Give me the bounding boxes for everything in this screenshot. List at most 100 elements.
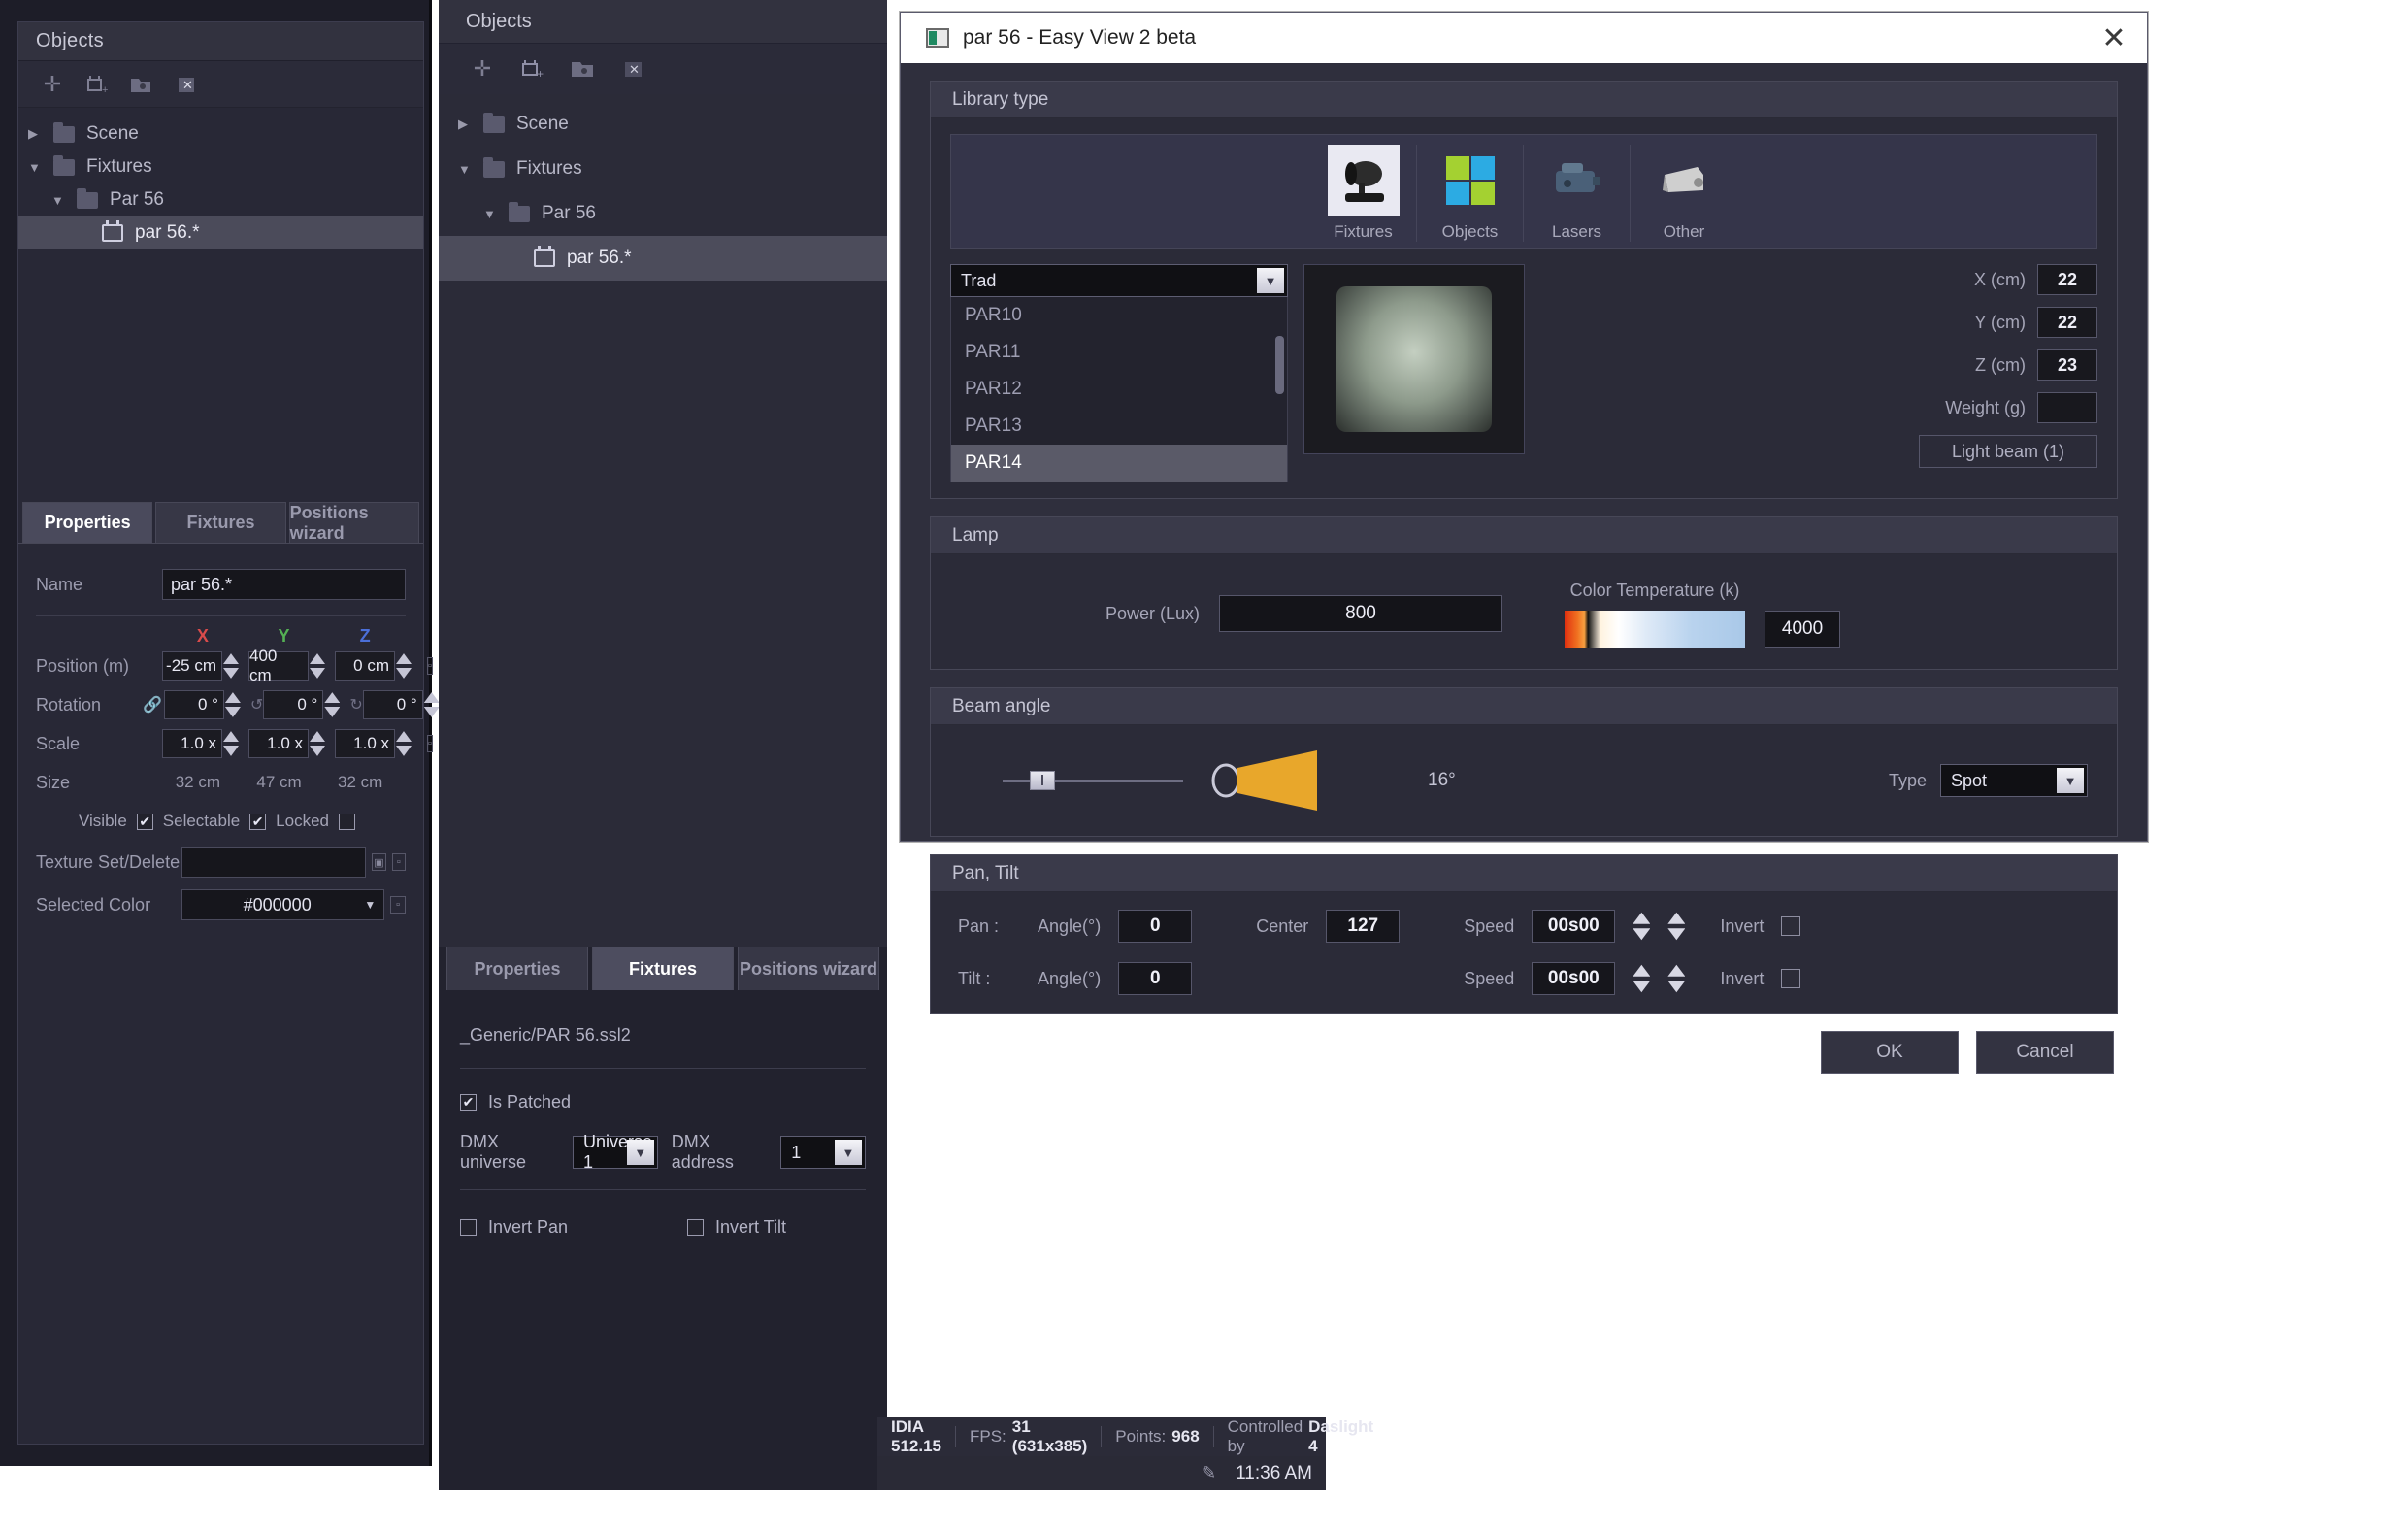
tree-item-fixtures[interactable]: ▼ Fixtures: [18, 150, 423, 183]
tab-properties[interactable]: Properties: [22, 502, 153, 543]
position-y-stepper[interactable]: 400 cm: [248, 647, 325, 684]
library-item-objects[interactable]: Objects: [1417, 145, 1524, 242]
mid-tabs[interactable]: Properties Fixtures Positions wizard: [439, 947, 887, 990]
chevron-down-icon[interactable]: ▼: [458, 162, 483, 177]
add-folder-icon[interactable]: [567, 54, 600, 83]
rotation-z-stepper[interactable]: 0 °: [362, 690, 440, 719]
spinner-icon[interactable]: [1667, 963, 1686, 994]
close-icon[interactable]: ✕: [2093, 21, 2135, 55]
spinner-icon[interactable]: [396, 651, 412, 681]
slider-knob[interactable]: [1030, 771, 1055, 790]
dmx-address-select[interactable]: 1 ▼: [780, 1136, 866, 1169]
texture-input[interactable]: [181, 847, 367, 878]
link-icon[interactable]: 🔗: [143, 695, 162, 715]
texture-delete-button[interactable]: ▫: [391, 853, 406, 871]
tab-positions-wizard[interactable]: Positions wizard: [738, 947, 879, 990]
invert-tilt-checkbox[interactable]: [686, 1218, 704, 1236]
library-item-fixtures[interactable]: Fixtures: [1310, 145, 1417, 242]
spinner-icon[interactable]: [223, 729, 239, 758]
spinner-icon[interactable]: [223, 651, 239, 681]
pan-angle-input[interactable]: 0: [1118, 910, 1193, 943]
chevron-down-icon[interactable]: ▼: [2057, 768, 2084, 793]
position-z-stepper[interactable]: 0 cm: [335, 651, 412, 681]
spinner-icon[interactable]: [1667, 911, 1686, 942]
fixture-category-select[interactable]: Trad ▼: [950, 264, 1288, 297]
tree-item-par56-fixture[interactable]: par 56.*: [439, 236, 887, 281]
add-icon[interactable]: ✛: [466, 54, 499, 83]
visible-checkbox[interactable]: ✔: [136, 813, 153, 830]
tree-item-par56-group[interactable]: ▼ Par 56: [439, 191, 887, 236]
chevron-right-icon[interactable]: ▶: [458, 116, 483, 132]
tab-fixtures[interactable]: Fixtures: [155, 502, 286, 543]
beam-angle-slider[interactable]: [1003, 766, 1183, 795]
tree-item-scene[interactable]: ▶ Scene: [18, 117, 423, 150]
list-item[interactable]: PAR10: [951, 297, 1287, 334]
color-reset-button[interactable]: ▫: [390, 896, 406, 914]
spinner-icon[interactable]: [310, 729, 325, 758]
beam-type-select[interactable]: Spot ▼: [1940, 764, 2088, 797]
tilt-invert-checkbox[interactable]: [1781, 969, 1801, 988]
rotate-reset-icon[interactable]: ↻: [349, 695, 362, 715]
chevron-down-icon[interactable]: ▼: [1257, 268, 1284, 293]
scale-y-input[interactable]: 1.0 x: [248, 729, 309, 758]
tree-item-fixtures[interactable]: ▼ Fixtures: [439, 147, 887, 191]
chevron-down-icon[interactable]: ▼: [28, 160, 53, 175]
scale-z-input[interactable]: 1.0 x: [335, 729, 395, 758]
spinner-icon[interactable]: [423, 690, 440, 719]
list-item[interactable]: PAR11: [951, 334, 1287, 371]
rotation-y-input[interactable]: 0 °: [263, 690, 324, 719]
list-item-selected[interactable]: PAR14: [951, 445, 1287, 482]
chevron-down-icon[interactable]: ▼: [626, 1140, 654, 1165]
position-z-input[interactable]: 0 cm: [335, 651, 395, 681]
left-object-tree[interactable]: ▶ Scene ▼ Fixtures ▼ Par 56 par 56.*: [18, 108, 423, 496]
color-temp-input[interactable]: 4000: [1765, 611, 1841, 648]
rotation-z-input[interactable]: 0 °: [362, 690, 423, 719]
selected-color-field[interactable]: #000000 ▼: [181, 889, 385, 920]
rotation-x-input[interactable]: 0 °: [163, 690, 224, 719]
power-input[interactable]: 800: [1219, 595, 1503, 632]
fixture-list[interactable]: PAR10 PAR11 PAR12 PAR13 PAR14: [950, 297, 1288, 482]
ok-button[interactable]: OK: [1821, 1031, 1959, 1074]
tab-positions-wizard[interactable]: Positions wizard: [288, 502, 419, 543]
mid-object-tree[interactable]: ▶ Scene ▼ Fixtures ▼ Par 56 par 56.*: [439, 94, 887, 281]
spinner-icon[interactable]: [1633, 963, 1651, 994]
spinner-icon[interactable]: [310, 651, 325, 681]
chevron-down-icon[interactable]: ▼: [483, 207, 509, 221]
position-x-stepper[interactable]: -25 cm: [162, 651, 239, 681]
chevron-down-icon[interactable]: ▼: [364, 898, 376, 912]
add-folder-icon[interactable]: [125, 70, 158, 99]
color-temperature-slider[interactable]: [1565, 610, 1746, 648]
dimension-z-input[interactable]: 23: [2037, 349, 2097, 381]
library-item-lasers[interactable]: Lasers: [1524, 145, 1631, 242]
scale-x-input[interactable]: 1.0 x: [162, 729, 222, 758]
list-item[interactable]: PAR13: [951, 408, 1287, 445]
chevron-down-icon[interactable]: ▼: [51, 193, 77, 208]
add-fixture-icon[interactable]: +: [516, 54, 549, 83]
scale-y-stepper[interactable]: 1.0 x: [248, 729, 325, 758]
tree-item-scene[interactable]: ▶ Scene: [439, 102, 887, 147]
dimension-y-input[interactable]: 22: [2037, 307, 2097, 338]
left-tabs[interactable]: Properties Fixtures Positions wizard: [18, 502, 423, 543]
is-patched-checkbox[interactable]: ✔: [460, 1093, 477, 1111]
spinner-icon[interactable]: [396, 729, 412, 758]
cancel-button[interactable]: Cancel: [1976, 1031, 2114, 1074]
scale-z-stepper[interactable]: 1.0 x: [335, 729, 412, 758]
add-icon[interactable]: ✛: [36, 70, 69, 99]
locked-checkbox[interactable]: [339, 813, 355, 830]
pen-icon[interactable]: ✎: [1202, 1463, 1216, 1483]
dimension-x-input[interactable]: 22: [2037, 264, 2097, 295]
scale-reset-button[interactable]: ▫: [427, 735, 433, 752]
tree-item-par56-fixture[interactable]: par 56.*: [18, 216, 423, 249]
rotation-y-stepper[interactable]: 0 °: [263, 690, 341, 719]
pan-speed-input[interactable]: 00s00: [1532, 910, 1616, 943]
invert-pan-checkbox[interactable]: [460, 1218, 477, 1236]
delete-icon[interactable]: ✕: [617, 54, 650, 83]
tilt-angle-input[interactable]: 0: [1118, 962, 1193, 995]
rotate-reset-icon[interactable]: ↺: [250, 695, 263, 715]
weight-input[interactable]: [2037, 392, 2097, 423]
tab-fixtures[interactable]: Fixtures: [592, 947, 734, 990]
add-fixture-icon[interactable]: +: [81, 70, 114, 99]
spinner-icon[interactable]: [224, 690, 241, 719]
scale-x-stepper[interactable]: 1.0 x: [162, 729, 239, 758]
position-x-input[interactable]: -25 cm: [162, 651, 222, 681]
